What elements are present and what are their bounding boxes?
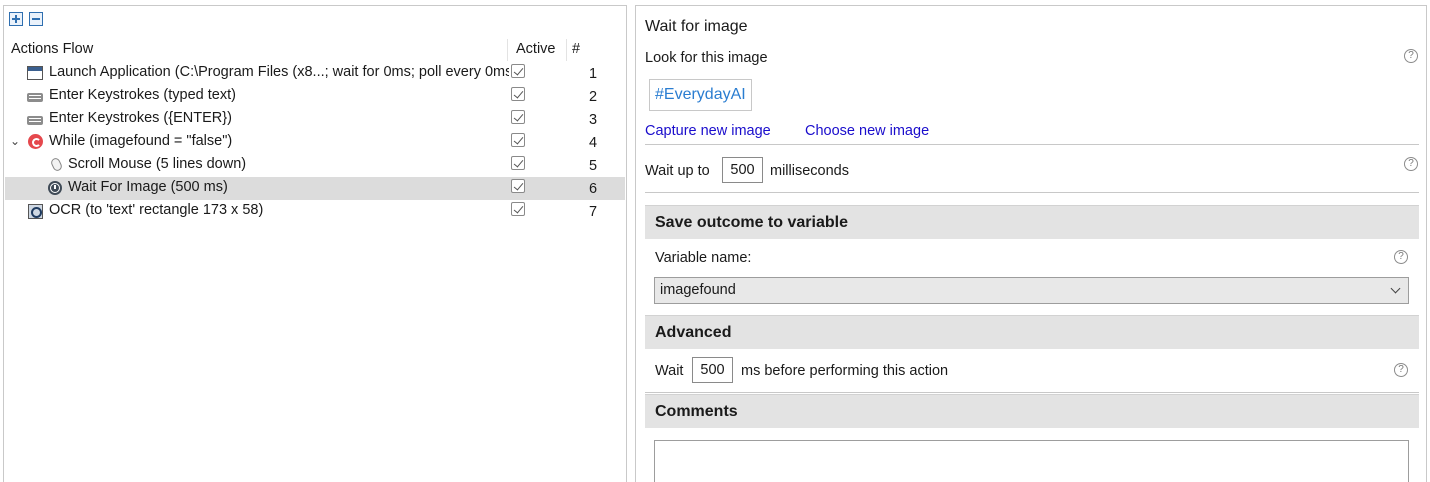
divider	[645, 144, 1419, 145]
look-for-image-label: Look for this image	[645, 50, 768, 66]
column-actions-flow[interactable]: Actions Flow	[11, 41, 93, 57]
milliseconds-label: milliseconds	[770, 163, 849, 179]
tree-row-enter-keystrokes[interactable]: Enter Keystrokes (typed text) 2	[5, 85, 625, 108]
tree-row-wait-for-image[interactable]: Wait For Image (500 ms) 6	[5, 177, 625, 200]
divider	[645, 192, 1419, 193]
active-checkbox[interactable]	[511, 179, 525, 193]
row-number: 5	[589, 158, 598, 174]
column-active[interactable]: Active	[516, 41, 556, 57]
clock-icon	[48, 181, 62, 195]
row-number: 7	[589, 204, 598, 220]
mouse-icon	[49, 156, 64, 173]
properties-pane: Wait for image Look for this image ? #Ev…	[635, 5, 1427, 482]
tree-row-launch-application[interactable]: Launch Application (C:\Program Files (x8…	[5, 62, 625, 85]
row-number: 2	[589, 89, 598, 105]
chevron-down-icon	[1390, 283, 1401, 294]
tree-row-enter-keystrokes[interactable]: Enter Keystrokes ({ENTER}) 3	[5, 108, 625, 131]
active-checkbox[interactable]	[511, 110, 525, 124]
actions-tree-pane: Actions Flow Active # Launch Application…	[3, 5, 627, 482]
variable-name-label: Variable name:	[655, 250, 752, 266]
help-icon[interactable]: ?	[1394, 363, 1408, 377]
row-number: 3	[589, 112, 598, 128]
active-checkbox[interactable]	[511, 64, 525, 78]
tree-row-while-loop[interactable]: ⌄ While (imagefound = "false") 4	[5, 131, 625, 154]
tree-row-label: Enter Keystrokes (typed text)	[49, 87, 236, 103]
help-icon[interactable]: ?	[1404, 49, 1418, 63]
column-separator[interactable]	[507, 39, 508, 61]
save-outcome-section-header: Save outcome to variable	[645, 205, 1419, 239]
wait-before-label: Wait	[655, 363, 684, 379]
pre-action-delay-input[interactable]: 500	[692, 357, 733, 383]
tree-row-label: While (imagefound = "false")	[49, 133, 233, 149]
advanced-section-header: Advanced	[645, 315, 1419, 349]
tree-row-label: OCR (to 'text' rectangle 173 x 58)	[49, 202, 264, 218]
panel-title: Wait for image	[645, 18, 748, 35]
tree-row-label: Launch Application (C:\Program Files (x8…	[49, 64, 509, 80]
active-checkbox[interactable]	[511, 202, 525, 216]
active-checkbox[interactable]	[511, 133, 525, 147]
active-checkbox[interactable]	[511, 87, 525, 101]
variable-name-value: imagefound	[660, 282, 736, 298]
column-separator[interactable]	[566, 39, 567, 61]
column-number[interactable]: #	[572, 41, 580, 57]
row-number: 6	[589, 181, 598, 197]
loop-icon	[28, 134, 43, 149]
row-number: 1	[589, 66, 598, 82]
collapse-all-icon[interactable]	[29, 12, 43, 26]
help-icon[interactable]: ?	[1394, 250, 1408, 264]
choose-new-image-link[interactable]: Choose new image	[805, 123, 929, 139]
divider	[645, 392, 1419, 393]
tree-column-header: Actions Flow Active #	[4, 39, 626, 61]
image-preview: #EverydayAI	[649, 79, 752, 111]
capture-new-image-link[interactable]: Capture new image	[645, 123, 771, 139]
help-icon[interactable]: ?	[1404, 157, 1418, 171]
application-window-icon	[27, 66, 43, 80]
tree-row-label: Wait For Image (500 ms)	[68, 179, 228, 195]
tree-row-scroll-mouse[interactable]: Scroll Mouse (5 lines down) 5	[5, 154, 625, 177]
expand-all-icon[interactable]	[9, 12, 23, 26]
comments-textarea[interactable]	[654, 440, 1409, 482]
wait-timeout-input[interactable]: 500	[722, 157, 763, 183]
tree-row-label: Enter Keystrokes ({ENTER})	[49, 110, 232, 126]
tree-row-ocr[interactable]: OCR (to 'text' rectangle 173 x 58) 7	[5, 200, 625, 223]
row-number: 4	[589, 135, 598, 151]
before-action-label: ms before performing this action	[741, 363, 949, 379]
keyboard-icon	[27, 116, 43, 125]
wait-up-to-label: Wait up to	[645, 163, 710, 179]
keyboard-icon	[27, 93, 43, 102]
ocr-icon	[28, 204, 43, 219]
tree-toolbar	[9, 12, 43, 30]
active-checkbox[interactable]	[511, 156, 525, 170]
variable-name-select[interactable]: imagefound	[654, 277, 1409, 304]
comments-section-header: Comments	[645, 394, 1419, 428]
chevron-down-icon[interactable]: ⌄	[10, 134, 20, 148]
tree-row-label: Scroll Mouse (5 lines down)	[68, 156, 247, 172]
